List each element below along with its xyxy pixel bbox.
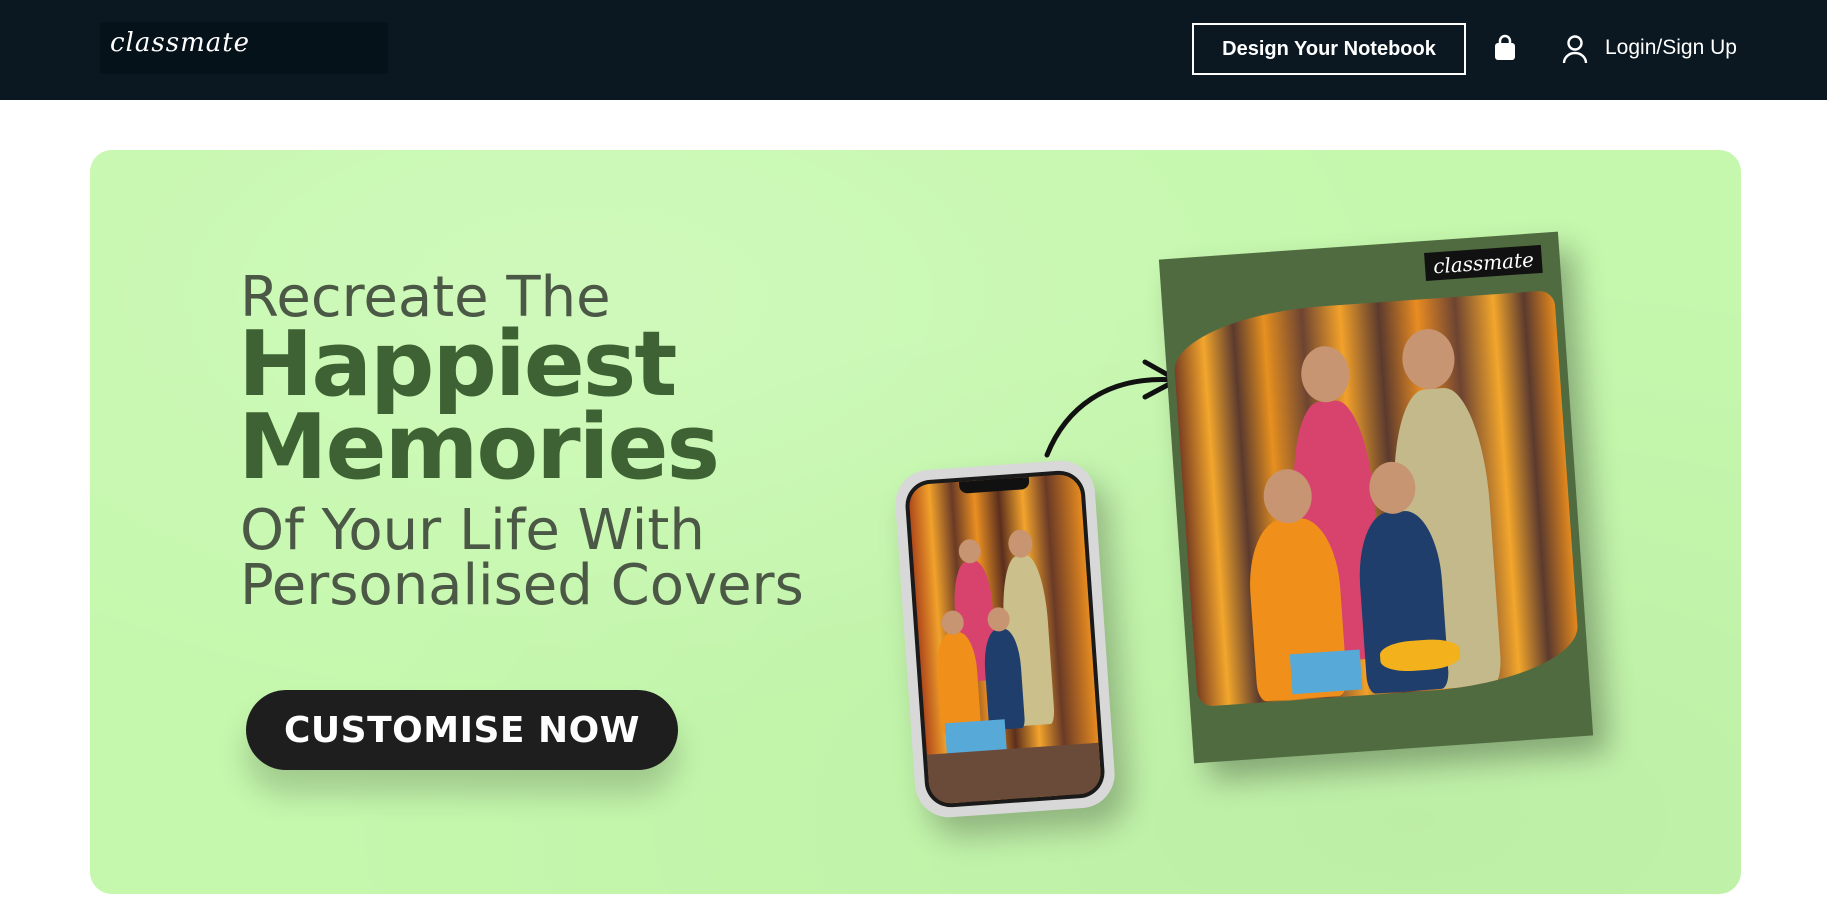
- classmate-logo[interactable]: classmate: [100, 22, 388, 74]
- cover-father-head: [1400, 327, 1457, 391]
- top-navbar: classmate Design Your Notebook Login/Sig…: [0, 0, 1827, 100]
- login-signup-link[interactable]: Login/Sign Up: [1605, 36, 1737, 60]
- headline-line-5: Personalised Covers: [240, 553, 804, 618]
- phone-bezel: [903, 469, 1107, 809]
- shopping-bag-icon[interactable]: [1491, 34, 1519, 62]
- cover-mother-head: [1299, 344, 1352, 404]
- notebook-mockup: classmate: [1158, 231, 1594, 764]
- photo-floor: [926, 742, 1102, 805]
- phone-family-photo: [908, 473, 1102, 805]
- user-icon[interactable]: [1561, 34, 1589, 64]
- notebook-family-photo: [1170, 290, 1582, 707]
- photo-mother-head: [957, 538, 982, 564]
- photo-father-head: [1007, 528, 1034, 559]
- hero-banner[interactable]: Recreate The Happiest Memories Of Your L…: [90, 150, 1741, 894]
- headline-memories: Memories: [238, 395, 720, 500]
- design-your-notebook-button[interactable]: Design Your Notebook: [1192, 23, 1466, 75]
- notebook-logo-label: classmate: [1424, 244, 1543, 281]
- customise-now-button[interactable]: CUSTOMISE NOW: [246, 690, 678, 770]
- cover-gift-box: [1289, 649, 1363, 695]
- logo-text: classmate: [110, 28, 251, 58]
- phone-mockup: [893, 458, 1117, 820]
